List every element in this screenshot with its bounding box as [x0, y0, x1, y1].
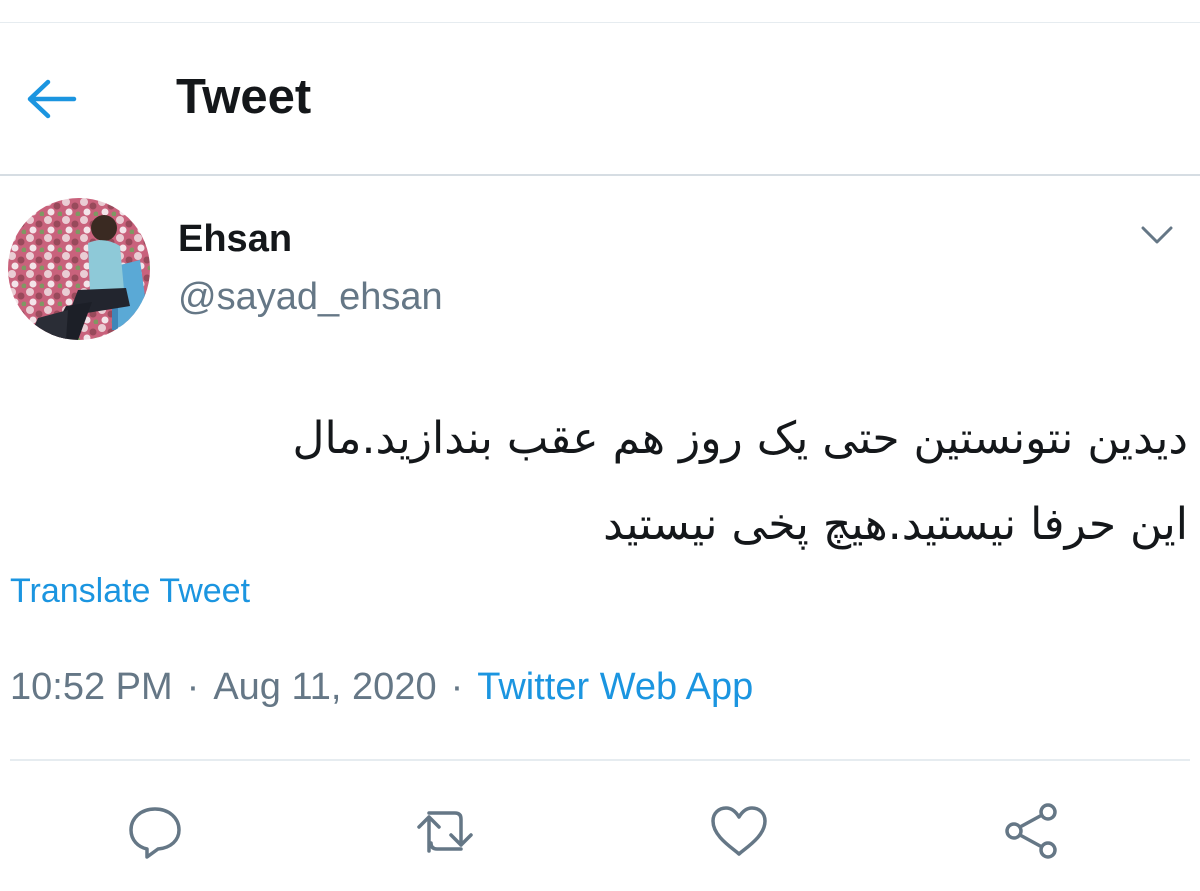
page-title: Tweet [176, 70, 312, 124]
like-icon [709, 804, 769, 858]
translate-tweet-link[interactable]: Translate Tweet [10, 570, 250, 612]
tweet-text-line: دیدین نتونستین حتی یک روز هم عقب بندازید… [292, 413, 1188, 464]
tweet-actions-bar [0, 798, 1200, 864]
separator: · [450, 666, 464, 708]
tweet-date[interactable]: Aug 11, 2020 [213, 666, 436, 708]
arrow-left-icon [26, 79, 78, 119]
reply-icon [127, 803, 183, 859]
share-button[interactable] [999, 798, 1065, 864]
actions-divider [10, 759, 1190, 761]
header-bar: Tweet [0, 23, 1200, 176]
tweet-text: دیدین نتونستین حتی یک روز هم عقب بندازید… [10, 396, 1188, 568]
retweet-icon [415, 803, 477, 859]
display-name[interactable]: Ehsan [178, 216, 292, 262]
separator: · [186, 666, 200, 708]
user-handle[interactable]: @sayad_ehsan [178, 274, 443, 320]
tweet-metadata: 10:52 PM · Aug 11, 2020 · Twitter Web App [10, 664, 753, 710]
back-button[interactable] [22, 73, 82, 125]
avatar[interactable] [8, 198, 150, 340]
tweet-detail-page: Tweet Ehsan @sayad_ehsan دیدین نتونستین … [0, 0, 1200, 891]
tweet-time[interactable]: 10:52 PM [10, 666, 173, 708]
reply-button[interactable] [122, 798, 188, 864]
chevron-down-icon [1140, 224, 1174, 246]
more-options-button[interactable] [1137, 218, 1177, 252]
retweet-button[interactable] [413, 798, 479, 864]
tweet-source-link[interactable]: Twitter Web App [477, 666, 753, 708]
tweet-text-line: این حرفا نیستید.هیچ پخی نیستید [603, 499, 1188, 550]
share-icon [1002, 802, 1062, 860]
like-button[interactable] [706, 798, 772, 864]
